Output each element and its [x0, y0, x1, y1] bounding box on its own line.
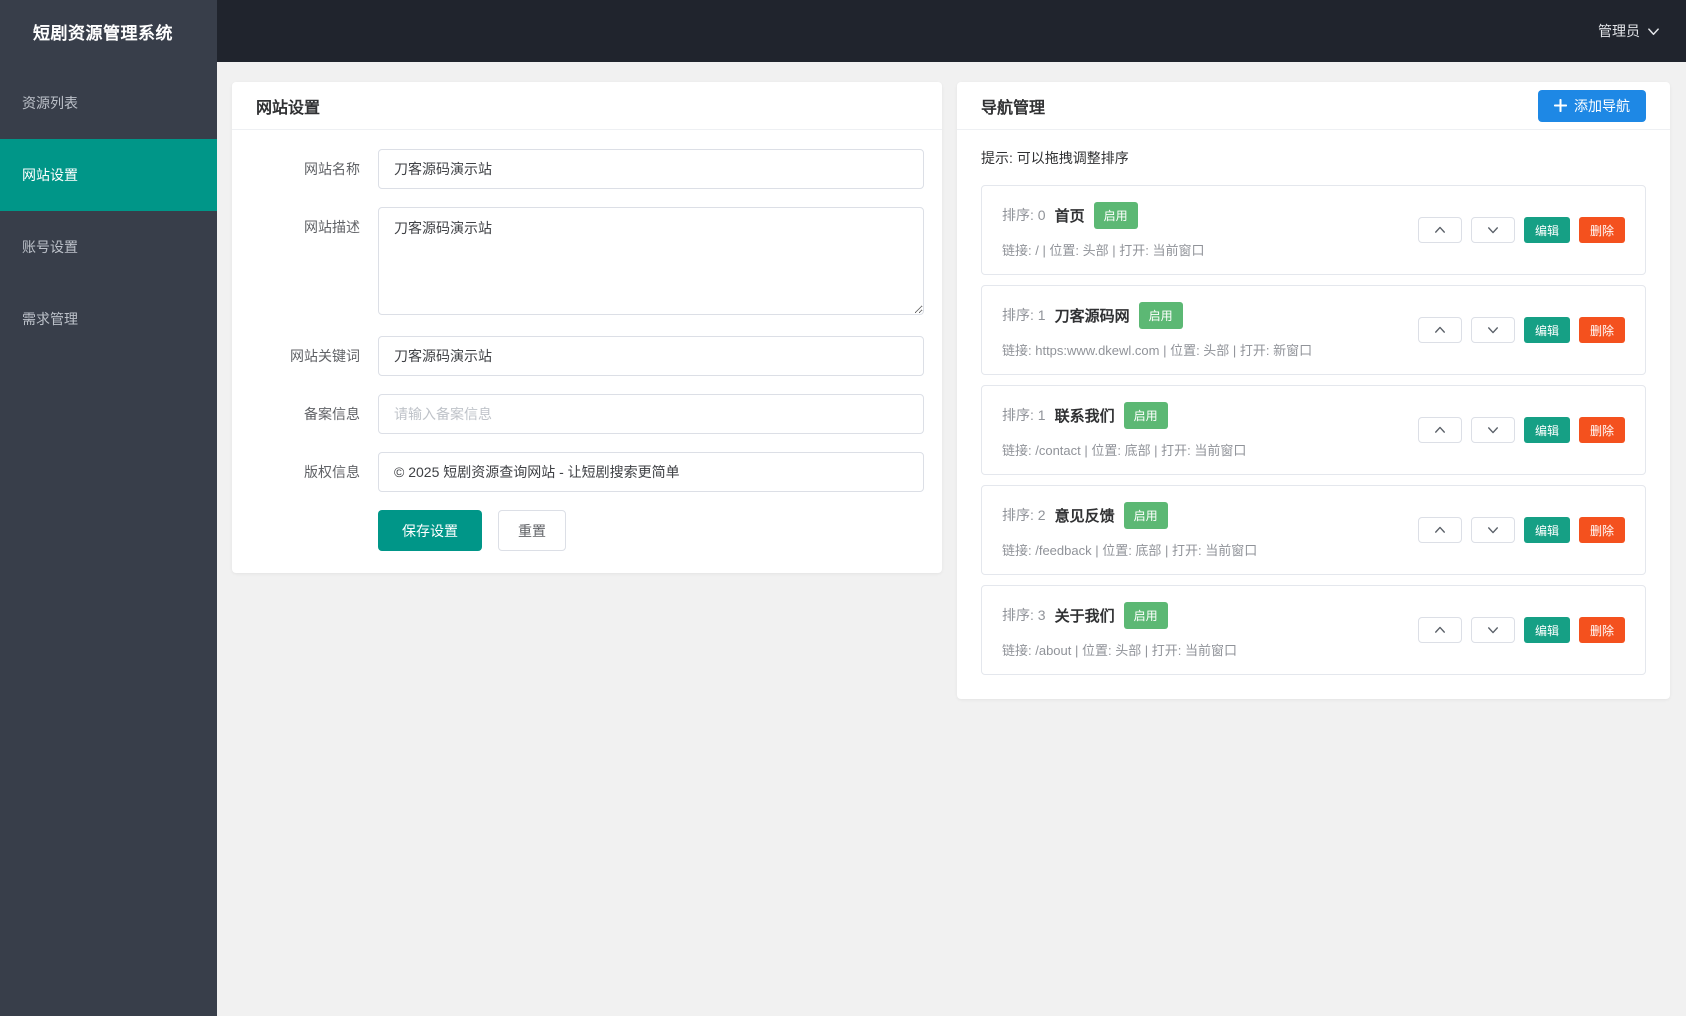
site-keywords-input[interactable]	[378, 336, 924, 376]
move-down-button[interactable]	[1470, 517, 1515, 543]
user-dropdown[interactable]: 管理员	[1598, 21, 1660, 41]
nav-order: 排序: 2	[1002, 507, 1046, 523]
nav-management-header: 导航管理 添加导航	[957, 82, 1670, 130]
form-row-site-name: 网站名称	[256, 149, 924, 189]
sidebar: 短剧资源管理系统 资源列表 网站设置 账号设置 需求管理	[0, 0, 217, 1016]
add-nav-label: 添加导航	[1574, 97, 1630, 114]
add-nav-button[interactable]: 添加导航	[1538, 89, 1646, 122]
app-logo: 短剧资源管理系统	[33, 23, 173, 43]
nav-management-panel: 导航管理 添加导航 提示: 可以拖拽调整排序 排序: 0 首页 启用 链接: /…	[957, 82, 1670, 699]
topbar: 管理员	[217, 0, 1686, 62]
sidebar-item-account-settings[interactable]: 账号设置	[0, 211, 217, 283]
content-area: 网站设置 网站名称 网站描述 刀客源码演示站 网站关键词	[217, 62, 1686, 1016]
status-badge: 启用	[1123, 401, 1168, 429]
nav-order: 排序: 3	[1002, 607, 1046, 623]
sidebar-menu: 资源列表 网站设置 账号设置 需求管理	[0, 62, 217, 355]
nav-name: 刀客源码网	[1054, 307, 1130, 325]
chevron-up-icon	[1434, 526, 1445, 533]
site-keywords-label: 网站关键词	[290, 348, 360, 364]
sidebar-item-request-management[interactable]: 需求管理	[0, 283, 217, 355]
move-up-button[interactable]	[1417, 517, 1462, 543]
chevron-down-icon	[1487, 527, 1498, 534]
move-up-button[interactable]	[1417, 217, 1462, 243]
move-down-button[interactable]	[1470, 217, 1515, 243]
nav-list: 提示: 可以拖拽调整排序 排序: 0 首页 启用 链接: / | 位置: 头部 …	[957, 130, 1670, 699]
copyright-input[interactable]	[378, 452, 924, 492]
status-badge: 启用	[1138, 301, 1183, 329]
nav-meta: 链接: / | 位置: 头部 | 打开: 当前窗口	[1002, 242, 1205, 258]
edit-button[interactable]: 编辑	[1523, 317, 1570, 343]
edit-button[interactable]: 编辑	[1523, 617, 1570, 643]
edit-button[interactable]: 编辑	[1523, 217, 1570, 243]
reset-button[interactable]: 重置	[498, 510, 566, 551]
nav-order: 排序: 0	[1002, 207, 1046, 223]
sidebar-item-resource-list[interactable]: 资源列表	[0, 67, 217, 139]
nav-item-dkewl[interactable]: 排序: 1 刀客源码网 启用 链接: https:www.dkewl.com |…	[981, 285, 1646, 375]
nav-meta: 链接: /contact | 位置: 底部 | 打开: 当前窗口	[1002, 442, 1247, 458]
edit-button[interactable]: 编辑	[1523, 517, 1570, 543]
nav-order: 排序: 1	[1002, 307, 1046, 323]
save-settings-button[interactable]: 保存设置	[378, 510, 482, 551]
site-description-label: 网站描述	[304, 219, 360, 235]
plus-icon	[1554, 99, 1567, 112]
nav-meta: 链接: /feedback | 位置: 底部 | 打开: 当前窗口	[1002, 542, 1258, 558]
nav-item-feedback[interactable]: 排序: 2 意见反馈 启用 链接: /feedback | 位置: 底部 | 打…	[981, 485, 1646, 575]
icp-info-label: 备案信息	[304, 406, 360, 422]
nav-name: 意见反馈	[1054, 507, 1115, 525]
chevron-down-icon	[1487, 427, 1498, 434]
delete-button[interactable]: 删除	[1578, 217, 1625, 243]
delete-button[interactable]: 删除	[1578, 517, 1625, 543]
chevron-up-icon	[1434, 626, 1445, 633]
move-up-button[interactable]	[1417, 617, 1462, 643]
site-settings-form: 网站名称 网站描述 刀客源码演示站 网站关键词	[232, 130, 942, 573]
form-row-icp-info: 备案信息	[256, 394, 924, 434]
status-badge: 启用	[1123, 501, 1168, 529]
copyright-label: 版权信息	[304, 464, 360, 480]
nav-order: 排序: 1	[1002, 407, 1046, 423]
chevron-up-icon	[1434, 226, 1445, 233]
icp-info-input[interactable]	[378, 394, 924, 434]
delete-button[interactable]: 删除	[1578, 417, 1625, 443]
nav-item-about[interactable]: 排序: 3 关于我们 启用 链接: /about | 位置: 头部 | 打开: …	[981, 585, 1646, 675]
status-badge: 启用	[1093, 201, 1138, 229]
chevron-down-icon	[1487, 227, 1498, 234]
chevron-down-icon	[1487, 327, 1498, 334]
site-settings-panel: 网站设置 网站名称 网站描述 刀客源码演示站 网站关键词	[232, 82, 942, 573]
site-name-label: 网站名称	[304, 161, 360, 177]
edit-button[interactable]: 编辑	[1523, 417, 1570, 443]
form-row-copyright: 版权信息	[256, 452, 924, 492]
nav-meta: 链接: https:www.dkewl.com | 位置: 头部 | 打开: 新…	[1002, 342, 1313, 358]
form-row-site-description: 网站描述 刀客源码演示站	[256, 207, 924, 318]
chevron-down-icon	[1648, 27, 1659, 35]
delete-button[interactable]: 删除	[1578, 317, 1625, 343]
nav-name: 联系我们	[1054, 407, 1115, 425]
user-name: 管理员	[1598, 23, 1640, 39]
chevron-down-icon	[1487, 627, 1498, 634]
form-actions: 保存设置 重置	[378, 510, 924, 551]
status-badge: 启用	[1123, 601, 1168, 629]
main-column: 管理员 网站设置 网站名称 网站描述	[217, 0, 1686, 1016]
move-up-button[interactable]	[1417, 317, 1462, 343]
drag-sort-hint: 提示: 可以拖拽调整排序	[981, 150, 1129, 166]
form-row-site-keywords: 网站关键词	[256, 336, 924, 376]
site-settings-header: 网站设置	[232, 82, 942, 130]
site-description-textarea[interactable]: 刀客源码演示站	[378, 207, 924, 315]
move-up-button[interactable]	[1417, 417, 1462, 443]
sidebar-item-site-settings[interactable]: 网站设置	[0, 139, 217, 211]
nav-meta: 链接: /about | 位置: 头部 | 打开: 当前窗口	[1002, 642, 1238, 658]
move-down-button[interactable]	[1470, 417, 1515, 443]
chevron-up-icon	[1434, 426, 1445, 433]
nav-name: 关于我们	[1054, 607, 1115, 625]
site-settings-title: 网站设置	[256, 99, 321, 117]
nav-item-home[interactable]: 排序: 0 首页 启用 链接: / | 位置: 头部 | 打开: 当前窗口 编辑…	[981, 185, 1646, 275]
nav-name: 首页	[1054, 207, 1085, 225]
move-down-button[interactable]	[1470, 317, 1515, 343]
site-name-input[interactable]	[378, 149, 924, 189]
delete-button[interactable]: 删除	[1578, 617, 1625, 643]
chevron-up-icon	[1434, 326, 1445, 333]
nav-management-title: 导航管理	[981, 99, 1046, 117]
nav-item-contact[interactable]: 排序: 1 联系我们 启用 链接: /contact | 位置: 底部 | 打开…	[981, 385, 1646, 475]
move-down-button[interactable]	[1470, 617, 1515, 643]
